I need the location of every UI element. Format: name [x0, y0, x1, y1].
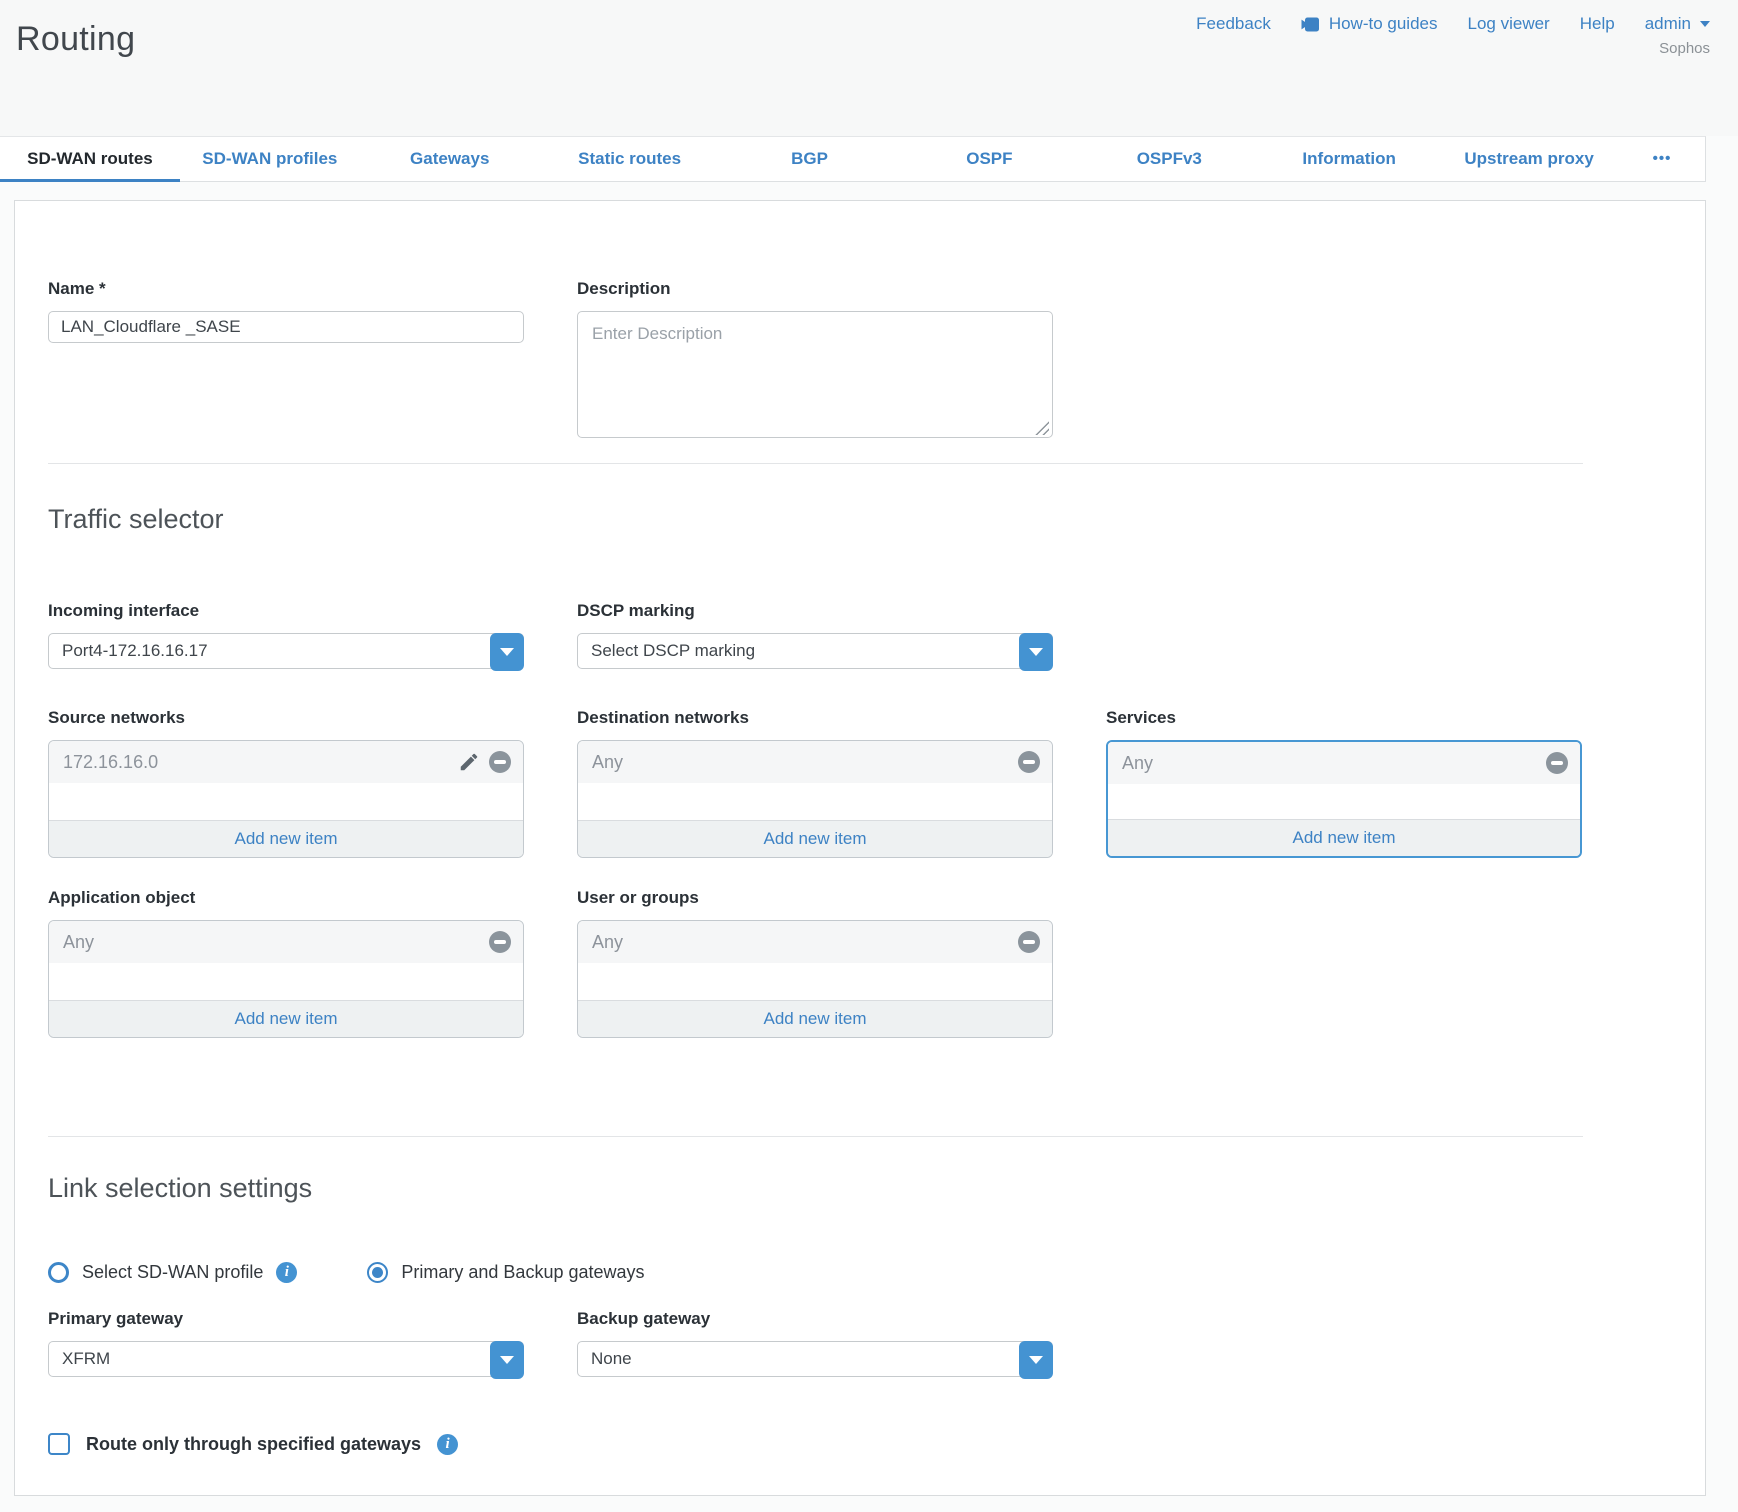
dscp-marking-value: Select DSCP marking [578, 634, 1052, 668]
help-link[interactable]: Help [1580, 14, 1615, 34]
application-object-listbox: Any Add new item [48, 920, 524, 1038]
route-only-label: Route only through specified gateways [86, 1434, 421, 1455]
name-label: Name * [48, 279, 524, 299]
services-add-button[interactable]: Add new item [1108, 819, 1580, 856]
list-item: Any [1108, 742, 1580, 784]
tab-bgp[interactable]: BGP [720, 137, 900, 181]
sdwan-route-form: Name * Description Traffic selector Inco… [14, 200, 1706, 1496]
tab-sdwan-routes[interactable]: SD-WAN routes [0, 137, 180, 181]
services-listbox: Any Add new item [1106, 740, 1582, 858]
destination-networks-listbox: Any Add new item [577, 740, 1053, 858]
radio-icon[interactable] [48, 1262, 69, 1283]
info-icon[interactable] [437, 1434, 458, 1455]
application-object-label: Application object [48, 888, 524, 908]
list-item-text: Any [1122, 753, 1153, 774]
list-item: Any [49, 921, 523, 963]
remove-icon[interactable] [489, 931, 511, 953]
primary-gateway-select[interactable]: XFRM [48, 1341, 524, 1377]
radio-label: Primary and Backup gateways [401, 1262, 644, 1283]
list-item: 172.16.16.0 [49, 741, 523, 783]
chevron-down-icon [1700, 21, 1710, 27]
incoming-interface-select[interactable]: Port4-172.16.16.17 [48, 633, 524, 669]
tab-sdwan-profiles[interactable]: SD-WAN profiles [180, 137, 360, 181]
admin-label: admin [1645, 14, 1691, 34]
video-camera-icon [1301, 17, 1322, 32]
section-divider [48, 463, 1583, 464]
info-icon[interactable] [276, 1262, 297, 1283]
backup-gateway-select[interactable]: None [577, 1341, 1053, 1377]
radio-selected-icon[interactable] [367, 1262, 388, 1283]
name-field: Name * [48, 279, 524, 443]
source-networks-label: Source networks [48, 708, 524, 728]
incoming-interface-value: Port4-172.16.16.17 [49, 634, 523, 668]
remove-icon[interactable] [1546, 752, 1568, 774]
list-item-text: Any [592, 932, 623, 953]
feedback-link[interactable]: Feedback [1196, 14, 1271, 34]
section-divider [48, 1136, 1583, 1137]
edit-icon[interactable] [458, 751, 480, 773]
destination-networks-add-button[interactable]: Add new item [578, 820, 1052, 857]
list-item: Any [578, 921, 1052, 963]
list-item-text: Any [592, 752, 623, 773]
chevron-down-icon[interactable] [490, 1341, 524, 1379]
destination-networks-label: Destination networks [577, 708, 1053, 728]
page-title: Routing [16, 20, 135, 136]
source-networks-listbox: 172.16.16.0 Add new item [48, 740, 524, 858]
radio-select-sdwan-profile[interactable]: Select SD-WAN profile [48, 1262, 297, 1283]
user-or-groups-listbox: Any Add new item [577, 920, 1053, 1038]
chevron-down-icon[interactable] [1019, 1341, 1053, 1379]
backup-gateway-label: Backup gateway [577, 1309, 1053, 1329]
routing-page: Routing Feedback How-to guides Log viewe… [0, 0, 1738, 1496]
chevron-down-icon[interactable] [1019, 633, 1053, 671]
tab-ospfv3[interactable]: OSPFv3 [1079, 137, 1259, 181]
tab-information[interactable]: Information [1259, 137, 1439, 181]
radio-label: Select SD-WAN profile [82, 1262, 263, 1283]
description-field: Description [577, 279, 1053, 443]
log-viewer-link[interactable]: Log viewer [1468, 14, 1550, 34]
source-networks-add-button[interactable]: Add new item [49, 820, 523, 857]
page-header: Routing Feedback How-to guides Log viewe… [0, 0, 1738, 136]
primary-gateway-label: Primary gateway [48, 1309, 524, 1329]
description-textarea[interactable] [577, 311, 1053, 438]
brand-label: Sophos [1196, 40, 1710, 57]
tab-bar: SD-WAN routes SD-WAN profiles Gateways S… [0, 136, 1706, 182]
header-right: Feedback How-to guides Log viewer Help a… [1196, 14, 1710, 136]
incoming-interface-label: Incoming interface [48, 601, 524, 621]
tab-more[interactable]: ••• [1619, 137, 1705, 181]
list-item-text: 172.16.16.0 [63, 752, 158, 773]
header-links: Feedback How-to guides Log viewer Help a… [1196, 14, 1710, 34]
remove-icon[interactable] [1018, 931, 1040, 953]
chevron-down-icon[interactable] [490, 633, 524, 671]
dscp-marking-select[interactable]: Select DSCP marking [577, 633, 1053, 669]
link-selection-heading: Link selection settings [48, 1173, 1705, 1204]
howto-guides-link[interactable]: How-to guides [1301, 14, 1438, 34]
services-label: Services [1106, 708, 1582, 728]
tab-upstream-proxy[interactable]: Upstream proxy [1439, 137, 1619, 181]
route-only-checkbox[interactable] [48, 1433, 70, 1455]
dscp-marking-label: DSCP marking [577, 601, 1053, 621]
admin-menu[interactable]: admin [1645, 14, 1710, 34]
gateway-mode-radio-group: Select SD-WAN profile Primary and Backup… [48, 1262, 1705, 1283]
user-or-groups-add-button[interactable]: Add new item [578, 1000, 1052, 1037]
howto-guides-label: How-to guides [1329, 14, 1438, 34]
user-or-groups-label: User or groups [577, 888, 1053, 908]
list-item-text: Any [63, 932, 94, 953]
tab-static-routes[interactable]: Static routes [540, 137, 720, 181]
application-object-add-button[interactable]: Add new item [49, 1000, 523, 1037]
primary-gateway-value: XFRM [49, 1342, 523, 1376]
backup-gateway-value: None [578, 1342, 1052, 1376]
route-only-row: Route only through specified gateways [48, 1433, 1705, 1455]
name-input[interactable] [48, 311, 524, 343]
tab-gateways[interactable]: Gateways [360, 137, 540, 181]
remove-icon[interactable] [1018, 751, 1040, 773]
radio-primary-backup-gateways[interactable]: Primary and Backup gateways [367, 1262, 644, 1283]
description-label: Description [577, 279, 1053, 299]
list-item: Any [578, 741, 1052, 783]
remove-icon[interactable] [489, 751, 511, 773]
tab-ospf[interactable]: OSPF [899, 137, 1079, 181]
traffic-selector-heading: Traffic selector [48, 504, 1705, 535]
